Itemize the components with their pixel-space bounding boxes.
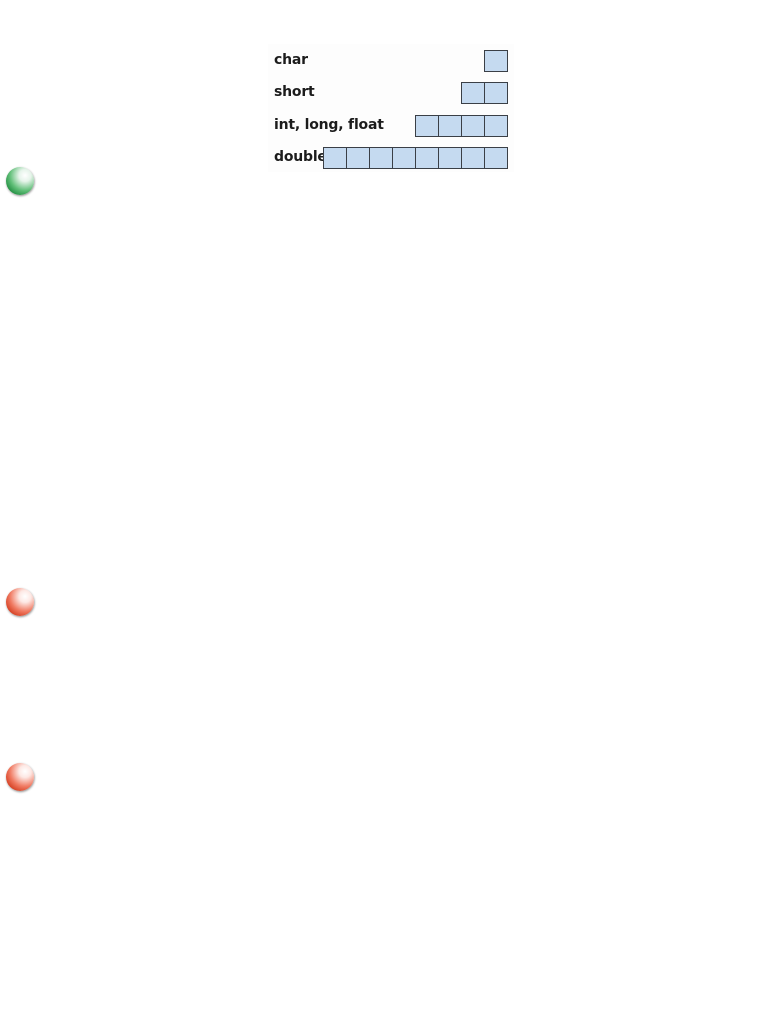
slide-page: char short int, long, float double [0, 0, 782, 1012]
byte-box [484, 147, 508, 169]
green-sphere-icon [6, 167, 34, 195]
type-label-int-long-float: int, long, float [274, 117, 384, 133]
byte-box [415, 115, 439, 137]
type-row-char: char [268, 48, 514, 72]
byte-box [484, 115, 508, 137]
red-sphere-icon [6, 588, 34, 616]
type-label-char: char [274, 52, 308, 68]
type-row-double: double [268, 145, 514, 169]
byte-boxes-int-long-float [415, 115, 508, 137]
byte-boxes-char [484, 50, 508, 72]
red-sphere-icon [6, 763, 34, 791]
type-row-int-long-float: int, long, float [268, 113, 514, 137]
type-row-short: short [268, 80, 514, 104]
byte-box [323, 147, 347, 169]
type-label-short: short [274, 84, 315, 100]
byte-box [461, 115, 485, 137]
byte-box [392, 147, 416, 169]
byte-box [415, 147, 439, 169]
byte-box [438, 147, 462, 169]
data-type-size-diagram: char short int, long, float double [268, 44, 514, 172]
byte-boxes-short [461, 82, 508, 104]
byte-box [346, 147, 370, 169]
byte-boxes-double [323, 147, 508, 169]
byte-box [484, 50, 508, 72]
byte-box [461, 147, 485, 169]
byte-box [369, 147, 393, 169]
type-label-double: double [274, 149, 327, 165]
byte-box [484, 82, 508, 104]
byte-box [438, 115, 462, 137]
byte-box [461, 82, 485, 104]
